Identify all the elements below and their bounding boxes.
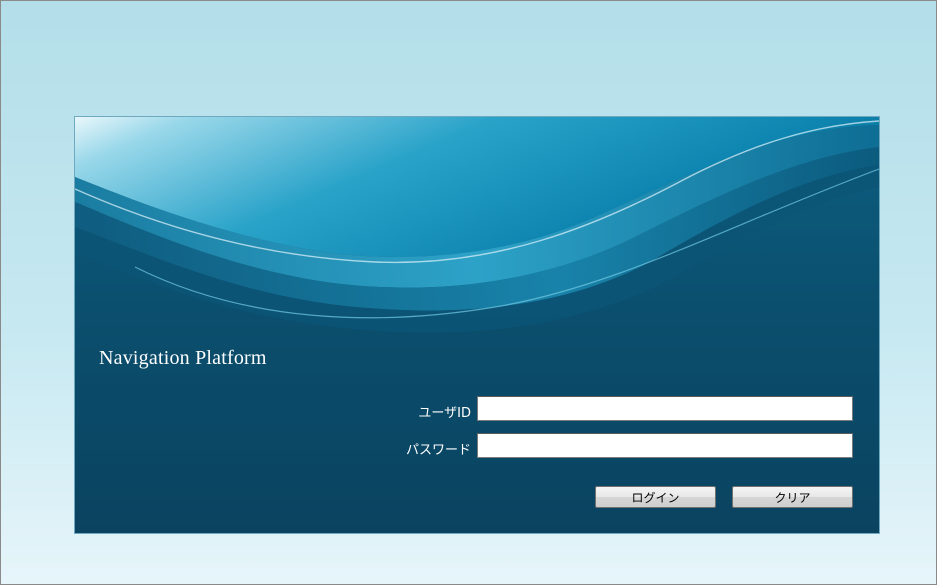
- wave-banner-graphic: [75, 117, 879, 533]
- userid-label: ユーザID: [418, 406, 471, 421]
- login-button[interactable]: ログイン: [595, 486, 716, 508]
- clear-button[interactable]: クリア: [732, 486, 853, 508]
- window-frame: Navigation Platform ユーザID パスワード ログイン クリア: [0, 0, 937, 585]
- password-label: パスワード: [405, 443, 471, 458]
- userid-input[interactable]: [477, 396, 853, 421]
- product-title: Navigation Platform: [99, 347, 267, 369]
- password-input[interactable]: [477, 433, 853, 458]
- login-panel: Navigation Platform ユーザID パスワード ログイン クリア: [74, 116, 880, 534]
